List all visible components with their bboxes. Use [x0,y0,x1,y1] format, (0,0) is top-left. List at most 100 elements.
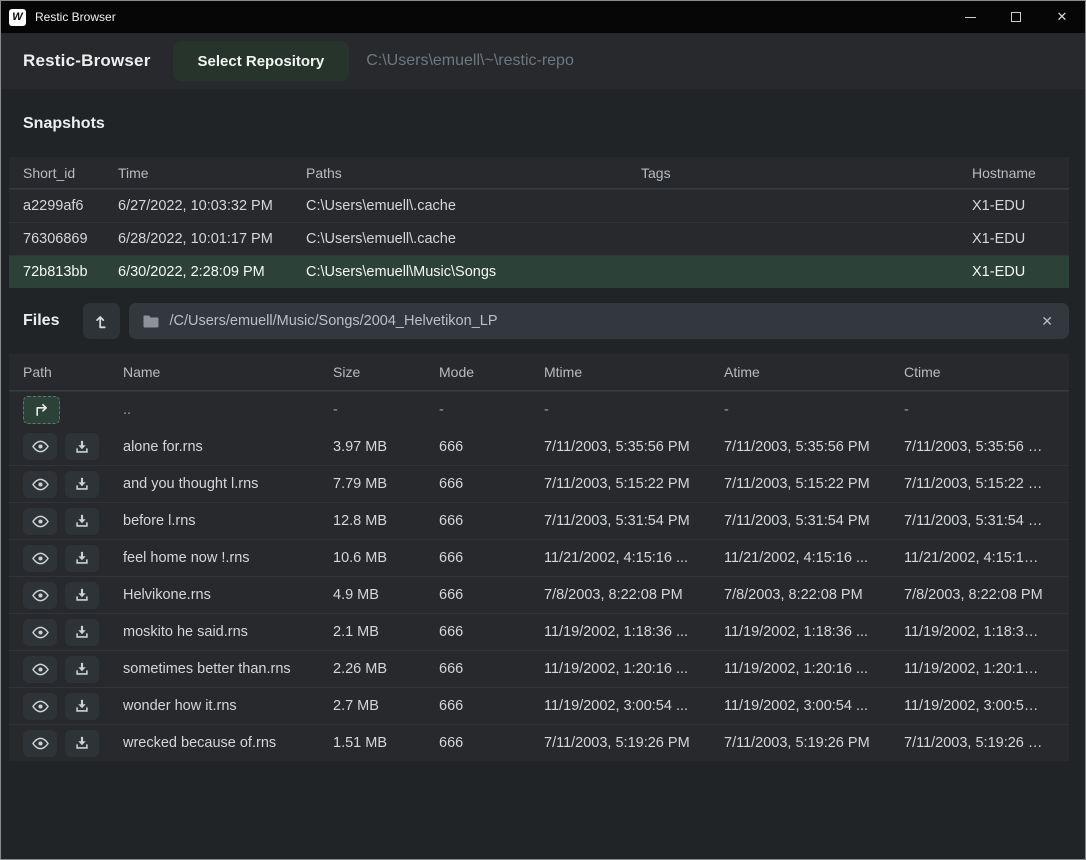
file-size: 2.7 MB [333,698,439,714]
download-file-button[interactable] [65,582,99,609]
file-ctime: 7/8/2003, 8:22:08 PM [904,587,1055,603]
file-mtime: 11/19/2002, 3:00:54 ... [544,698,724,714]
file-mode: 666 [439,735,544,751]
preview-file-button[interactable] [23,730,57,757]
column-header-time: Time [118,165,306,181]
snapshot-row[interactable]: a2299af6 6/27/2022, 10:03:32 PM C:\Users… [9,189,1069,222]
file-atime: 7/11/2003, 5:15:22 PM [724,476,904,492]
file-name: alone for.rns [123,439,333,455]
eye-icon [31,626,50,639]
eye-icon [31,552,50,565]
file-mtime: 7/11/2003, 5:31:54 PM [544,513,724,529]
download-icon [75,477,89,491]
file-ctime: 11/19/2002, 1:18:36 ... [904,624,1055,640]
download-file-button[interactable] [65,656,99,683]
download-icon [75,588,89,602]
close-icon: ✕ [1057,9,1068,25]
file-size: 2.1 MB [333,624,439,640]
file-name: moskito he said.rns [123,624,333,640]
file-row: alone for.rns 3.97 MB 666 7/11/2003, 5:3… [9,428,1069,465]
select-repository-button[interactable]: Select Repository [173,41,350,81]
column-header-name: Name [123,364,333,380]
clear-path-button[interactable]: ✕ [1039,313,1055,330]
file-row: before l.rns 12.8 MB 666 7/11/2003, 5:31… [9,502,1069,539]
download-file-button[interactable] [65,508,99,535]
eye-icon [31,663,50,676]
file-name: wonder how it.rns [123,698,333,714]
file-mtime: - [544,402,724,418]
files-current-path: /C/Users/emuell/Music/Songs/2004_Helveti… [169,313,497,329]
column-header-size: Size [333,364,439,380]
file-row: wrecked because of.rns 1.51 MB 666 7/11/… [9,724,1069,761]
file-name: sometimes better than.rns [123,661,333,677]
title-bar: W Restic Browser ✕ [1,1,1085,33]
preview-file-button[interactable] [23,619,57,646]
snapshot-paths: C:\Users\emuell\.cache [306,231,641,247]
download-file-button[interactable] [65,693,99,720]
preview-file-button[interactable] [23,582,57,609]
download-file-button[interactable] [65,730,99,757]
empty-area [1,761,1085,859]
file-atime: 11/19/2002, 3:00:54 ... [724,698,904,714]
snapshot-row[interactable]: 76306869 6/28/2022, 10:01:17 PM C:\Users… [9,222,1069,255]
repository-path: C:\Users\emuell\~\restic-repo [366,52,574,70]
file-mtime: 11/21/2002, 4:15:16 ... [544,550,724,566]
eye-icon [31,440,50,453]
app-header: Restic-Browser Select Repository C:\User… [1,33,1085,89]
file-ctime: 11/19/2002, 1:20:16 ... [904,661,1055,677]
snapshot-paths: C:\Users\emuell\Music\Songs [306,264,641,280]
snapshot-hostname: X1-EDU [972,198,1055,214]
maximize-icon [1011,12,1021,22]
go-up-directory-button[interactable] [23,396,60,424]
preview-file-button[interactable] [23,471,57,498]
snapshots-section-band: Snapshots [1,89,1085,157]
file-ctime: 7/11/2003, 5:31:54 PM [904,513,1055,529]
minimize-button[interactable] [947,1,993,33]
snapshot-short-id: 72b813bb [23,264,118,280]
column-header-ctime: Ctime [904,364,1055,380]
window-title: Restic Browser [35,10,116,24]
download-icon [75,662,89,676]
file-size: 2.26 MB [333,661,439,677]
download-file-button[interactable] [65,619,99,646]
file-atime: 11/21/2002, 4:15:16 ... [724,550,904,566]
app-icon: W [9,9,26,26]
snapshot-short-id: 76306869 [23,231,118,247]
preview-file-button[interactable] [23,693,57,720]
eye-icon [31,478,50,491]
download-file-button[interactable] [65,471,99,498]
close-button[interactable]: ✕ [1039,1,1085,33]
eye-icon [31,700,50,713]
maximize-button[interactable] [993,1,1039,33]
files-path-bar: /C/Users/emuell/Music/Songs/2004_Helveti… [129,303,1069,339]
column-header-mode: Mode [439,364,544,380]
file-name: .. [123,402,333,418]
eye-icon [31,737,50,750]
snapshot-row-selected[interactable]: 72b813bb 6/30/2022, 2:28:09 PM C:\Users\… [9,255,1069,288]
preview-file-button[interactable] [23,656,57,683]
download-icon [75,440,89,454]
up-level-button[interactable] [83,303,120,339]
file-row: feel home now !.rns 10.6 MB 666 11/21/20… [9,539,1069,576]
return-arrow-icon [33,403,51,417]
minimize-icon [965,17,976,18]
file-ctime: 7/11/2003, 5:19:26 PM [904,735,1055,751]
file-ctime: 11/19/2002, 3:00:54 ... [904,698,1055,714]
download-icon [75,514,89,528]
snapshots-table: Short_id Time Paths Tags Hostname a2299a… [9,157,1069,288]
preview-file-button[interactable] [23,508,57,535]
column-header-paths: Paths [306,165,641,181]
file-name: feel home now !.rns [123,550,333,566]
preview-file-button[interactable] [23,433,57,460]
snapshot-time: 6/27/2022, 10:03:32 PM [118,198,306,214]
file-mtime: 11/19/2002, 1:18:36 ... [544,624,724,640]
download-file-button[interactable] [65,545,99,572]
file-size: 10.6 MB [333,550,439,566]
file-mtime: 7/8/2003, 8:22:08 PM [544,587,724,603]
download-file-button[interactable] [65,433,99,460]
preview-file-button[interactable] [23,545,57,572]
file-ctime: 7/11/2003, 5:35:56 PM [904,439,1055,455]
app-window: W Restic Browser ✕ Restic-Browser Select… [0,0,1086,860]
file-mtime: 11/19/2002, 1:20:16 ... [544,661,724,677]
file-ctime: 11/21/2002, 4:15:16 ... [904,550,1055,566]
